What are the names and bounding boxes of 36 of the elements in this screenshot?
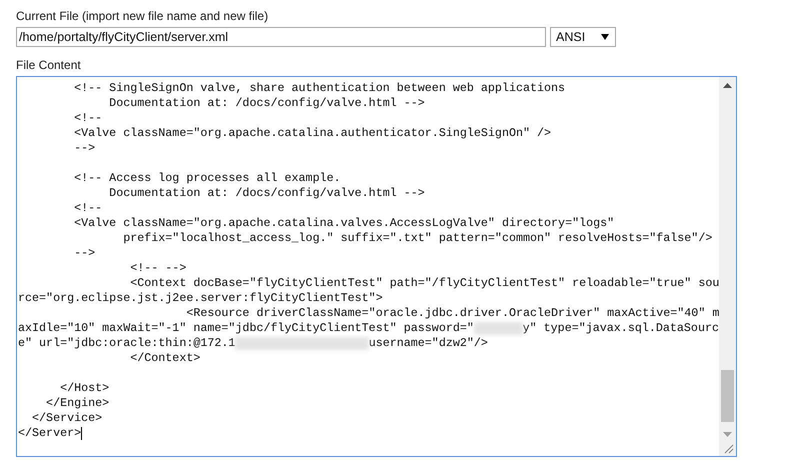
code-line: e" url="jdbc:oracle:thin:@172.1 [18,336,236,351]
scroll-thumb[interactable] [721,370,734,422]
code-line: <Context docBase="flyCityClientTest" path="/flyCityClientTest" reloadable="true" sou [129,276,719,291]
caret-icon [601,34,609,40]
field-label: File Content [16,58,82,73]
scroll-up-icon[interactable] [723,83,732,88]
code-line: --> [73,246,96,261]
code-line: username="dzw2"/> [368,336,488,351]
field-label: Current File (import new file name and new file) [16,9,270,24]
code-line: rce="org.eclipse.jst.j2ee.server:flyCityClientTest"> [18,291,383,306]
code-line: </Context> [129,351,200,366]
code-line: <Resource driverClassName="oracle.jdbc.driver.OracleDriver" maxActive="40" m [185,306,719,321]
code-line: <!-- SingleSignOn valve, share authentication between web applications [73,81,566,96]
code-line: y" type="javax.sql.DataSourc [522,321,719,336]
code-line: Documentation at: /docs/config/valve.html --> [108,96,425,111]
code-line: </Engine> [45,396,110,411]
file-path-field[interactable]: /home/portalty/flyCityClient/server.xml [16,27,546,47]
code-line: Documentation at: /docs/config/valve.html --> [108,186,425,201]
code-line: </Server> [18,426,82,441]
code-line: <!-- --> [129,261,186,276]
file-content-editor[interactable] [16,76,737,457]
code-line: </Host> [59,381,110,396]
code-line: <Valve className="org.apache.catalina.authenticator.SingleSignOn" /> [73,126,552,141]
code-line: <Valve className="org.apache.catalina.valves.AccessLogValve" directory="logs" [73,216,614,231]
code-line: prefix="localhost_access_log." suffix=".txt" pattern="common" resolveHosts="false"/> [122,231,712,246]
encoding-select[interactable]: ANSI [550,27,616,47]
code-line: <!-- Access log processes all example. [73,171,341,186]
scrollbar[interactable] [719,77,736,456]
code-line: <!-- [73,201,102,216]
code-line: </Service> [31,411,102,426]
code-line: <!-- [73,111,102,126]
code-line: axIdle="10" maxWait="-1" name="jdbc/flyCityClientTest" password=" [18,321,474,336]
scroll-down-icon[interactable] [723,432,732,437]
blurred-text [474,322,523,335]
code-line: --> [73,141,96,156]
text-cursor [81,427,82,440]
